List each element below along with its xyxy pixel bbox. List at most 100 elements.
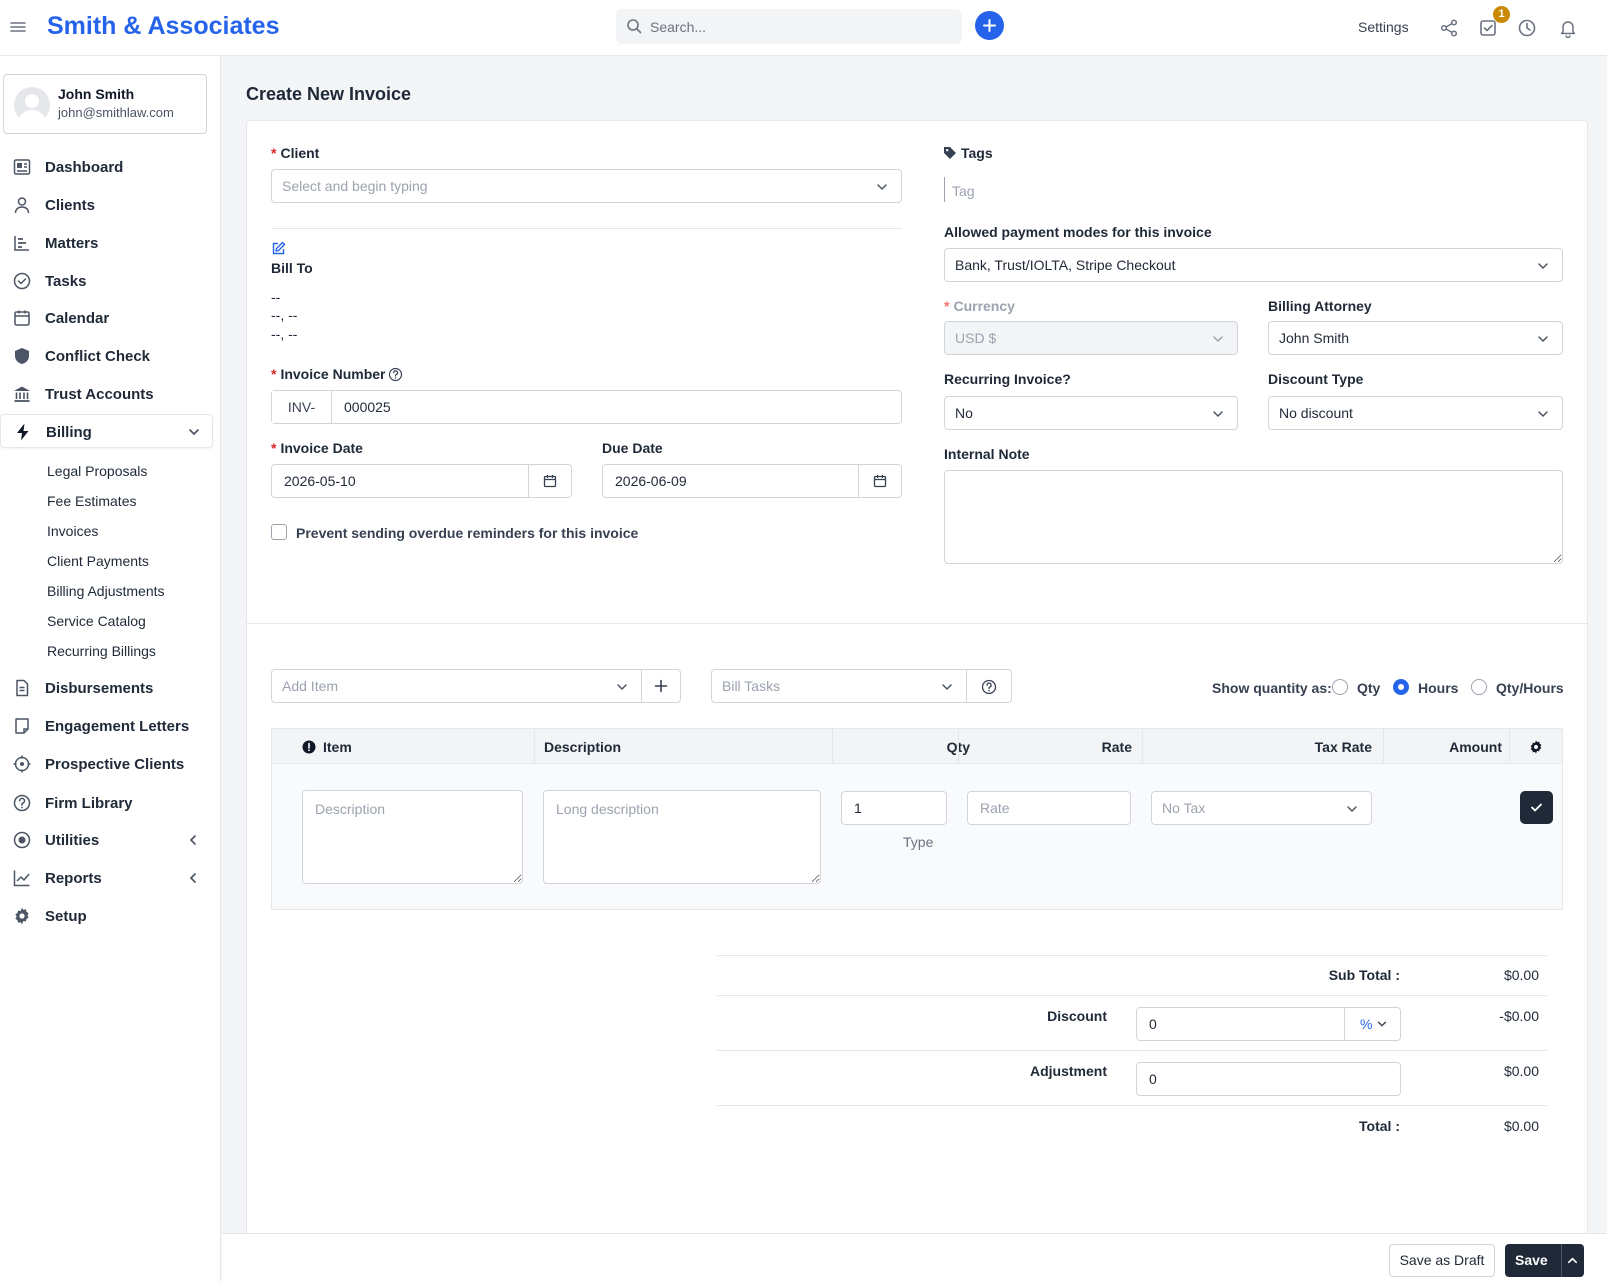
tasks-checkbox-icon[interactable] bbox=[1478, 18, 1498, 38]
menu-icon[interactable] bbox=[10, 17, 28, 37]
discount-type-value: No discount bbox=[1279, 405, 1353, 421]
sidebar-item-dashboard[interactable]: Dashboard bbox=[0, 150, 213, 184]
qty-hours-radio[interactable] bbox=[1471, 679, 1487, 695]
sidebar-item-firm-library[interactable]: Firm Library bbox=[0, 786, 213, 820]
save-button[interactable]: Save bbox=[1505, 1244, 1584, 1277]
check-circle-icon bbox=[12, 271, 32, 291]
hours-radio[interactable] bbox=[1393, 679, 1409, 695]
settings-link[interactable]: Settings bbox=[1358, 19, 1409, 35]
sidebar-item-disbursements[interactable]: Disbursements bbox=[0, 671, 213, 705]
top-bar: Smith & Associates Settings 1 bbox=[0, 0, 1607, 56]
help-circle-icon[interactable] bbox=[388, 367, 403, 382]
sidebar-sub-recurring-billings[interactable]: Recurring Billings bbox=[47, 643, 156, 659]
chevron-up-icon[interactable] bbox=[1566, 1254, 1579, 1267]
sidebar-item-billing[interactable]: Billing bbox=[0, 414, 213, 448]
item-rate-input[interactable] bbox=[967, 791, 1131, 825]
adjustment-label: Adjustment bbox=[1030, 1063, 1107, 1079]
discount-type-select[interactable]: No discount bbox=[1268, 396, 1563, 430]
tags-label: Tags bbox=[961, 145, 993, 161]
internal-note-textarea[interactable] bbox=[944, 470, 1563, 564]
discount-input[interactable]: 0 bbox=[1149, 1016, 1157, 1032]
payment-modes-select[interactable]: Bank, Trust/IOLTA, Stripe Checkout bbox=[944, 248, 1563, 282]
document-icon bbox=[12, 678, 32, 698]
totals-divider bbox=[717, 1105, 1547, 1106]
brand-logo[interactable]: Smith & Associates bbox=[47, 12, 279, 41]
adjustment-input[interactable] bbox=[1136, 1062, 1401, 1096]
sidebar-sub-legal-proposals[interactable]: Legal Proposals bbox=[47, 463, 147, 479]
sidebar-item-conflict-check[interactable]: Conflict Check bbox=[0, 339, 213, 373]
invoice-date-input[interactable]: 2026-05-10 bbox=[271, 464, 572, 498]
sidebar-item-matters[interactable]: Matters bbox=[0, 226, 213, 260]
share-icon[interactable] bbox=[1439, 18, 1459, 38]
sidebar-item-clients[interactable]: Clients bbox=[0, 188, 213, 222]
due-date-input[interactable]: 2026-06-09 bbox=[602, 464, 902, 498]
clock-icon[interactable] bbox=[1517, 18, 1537, 38]
invoice-number-input[interactable]: 000025 bbox=[344, 399, 391, 415]
item-long-description-textarea[interactable] bbox=[543, 790, 821, 884]
edit-icon[interactable] bbox=[271, 241, 286, 256]
sidebar-item-engagement-letters[interactable]: Engagement Letters bbox=[0, 709, 213, 743]
tag-input[interactable]: Tag bbox=[952, 183, 975, 199]
client-select[interactable]: Select and begin typing bbox=[271, 169, 902, 203]
bill-tasks-help-button[interactable] bbox=[967, 669, 1012, 703]
matters-icon bbox=[12, 233, 32, 253]
add-item-select[interactable]: Add Item bbox=[271, 669, 642, 703]
gear-icon[interactable] bbox=[1528, 739, 1544, 755]
sidebar-item-label: Calendar bbox=[45, 310, 110, 327]
global-search bbox=[616, 9, 962, 44]
sidebar-item-calendar[interactable]: Calendar bbox=[0, 301, 213, 335]
sidebar-item-utilities[interactable]: Utilities bbox=[0, 823, 213, 857]
chevron-down-icon bbox=[875, 180, 889, 194]
invoice-date-value: 2026-05-10 bbox=[284, 473, 356, 489]
quick-create-button[interactable] bbox=[975, 11, 1004, 40]
discount-type-label: Discount Type bbox=[1268, 371, 1364, 387]
search-input[interactable] bbox=[650, 9, 950, 44]
sidebar-item-prospective-clients[interactable]: Prospective Clients bbox=[0, 747, 213, 781]
sidebar-item-reports[interactable]: Reports bbox=[0, 861, 213, 895]
save-button-divider bbox=[1561, 1244, 1562, 1277]
sidebar-sub-client-payments[interactable]: Client Payments bbox=[47, 553, 149, 569]
tasks-count-badge: 1 bbox=[1493, 6, 1510, 23]
bill-tasks-select[interactable]: Bill Tasks bbox=[711, 669, 967, 703]
sidebar-item-trust-accounts[interactable]: Trust Accounts bbox=[0, 377, 213, 411]
item-description-textarea[interactable] bbox=[302, 790, 523, 884]
divider bbox=[271, 228, 902, 229]
sidebar-sub-billing-adjustments[interactable]: Billing Adjustments bbox=[47, 583, 165, 599]
bell-icon[interactable] bbox=[1558, 18, 1578, 38]
section-divider bbox=[247, 623, 1587, 624]
discount-unit-select[interactable]: % bbox=[1345, 1008, 1401, 1040]
billing-attorney-select[interactable]: John Smith bbox=[1268, 321, 1563, 355]
currency-select[interactable]: USD $ bbox=[944, 321, 1238, 355]
qty-radio[interactable] bbox=[1332, 679, 1348, 695]
column-separator bbox=[534, 729, 535, 765]
save-draft-button[interactable]: Save as Draft bbox=[1389, 1244, 1495, 1277]
column-amount: Amount bbox=[1449, 739, 1502, 755]
shield-icon bbox=[12, 346, 32, 366]
item-qty-input[interactable] bbox=[841, 791, 947, 825]
add-item-button[interactable] bbox=[642, 669, 681, 703]
sidebar-item-label: Trust Accounts bbox=[45, 386, 154, 403]
items-table-header: Item Description Qty Rate Tax Rate Amoun… bbox=[271, 728, 1563, 765]
add-item-placeholder: Add Item bbox=[282, 678, 339, 694]
due-date-label: Due Date bbox=[602, 440, 663, 456]
sidebar-item-tasks[interactable]: Tasks bbox=[0, 264, 213, 298]
calendar-icon[interactable] bbox=[858, 465, 901, 497]
discount-group: 0 % bbox=[1136, 1007, 1401, 1041]
sidebar-sub-invoices[interactable]: Invoices bbox=[47, 523, 98, 539]
sidebar-item-setup[interactable]: Setup bbox=[0, 899, 213, 933]
user-card[interactable]: John Smith john@smithlaw.com bbox=[3, 74, 207, 134]
recurring-invoice-select[interactable]: No bbox=[944, 396, 1238, 430]
chevron-down-icon bbox=[187, 425, 201, 439]
invoice-number-label: * Invoice Number bbox=[271, 366, 386, 382]
gear-icon bbox=[12, 906, 32, 926]
invoice-number-group: INV- 000025 bbox=[271, 390, 902, 424]
totals-divider bbox=[717, 955, 1547, 956]
calendar-icon[interactable] bbox=[528, 465, 571, 497]
prevent-reminders-checkbox[interactable] bbox=[271, 524, 287, 540]
user-name: John Smith bbox=[58, 86, 135, 102]
sidebar-sub-fee-estimates[interactable]: Fee Estimates bbox=[47, 493, 136, 509]
sidebar-sub-service-catalog[interactable]: Service Catalog bbox=[47, 613, 146, 629]
confirm-item-button[interactable] bbox=[1520, 791, 1553, 824]
item-tax-select[interactable]: No Tax bbox=[1151, 791, 1372, 825]
user-icon bbox=[12, 195, 32, 215]
